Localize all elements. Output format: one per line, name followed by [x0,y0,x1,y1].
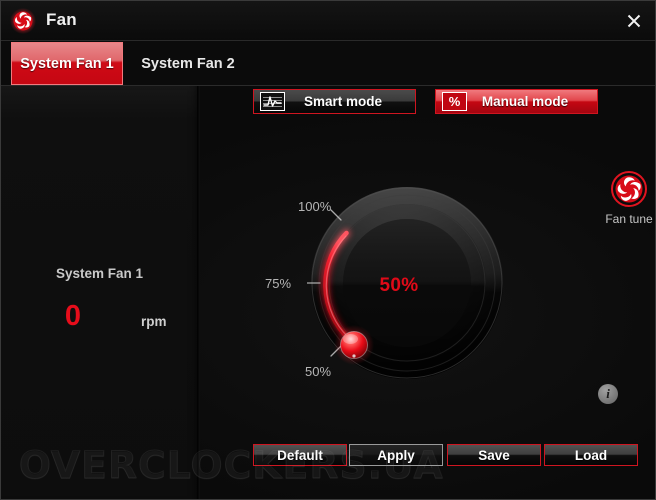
tab-label: System Fan 1 [20,55,114,72]
smart-mode-button[interactable]: Smart mode [253,89,416,114]
fan-readout-panel: System Fan 1 0 rpm [1,86,200,499]
default-button[interactable]: Default [253,444,347,466]
tab-system-fan-1[interactable]: System Fan 1 [11,42,123,85]
fan-name-label: System Fan 1 [55,266,144,281]
rpm-unit-label: rpm [141,314,167,329]
apply-button[interactable]: Apply [349,444,443,466]
fan-tune-label: Fan tune [605,212,653,226]
content-area: System Fan 1 0 rpm Smart mode % Manual m… [1,86,655,499]
tab-bar: System Fan 1 System Fan 2 [1,41,655,86]
info-icon[interactable]: i [598,384,618,404]
fan-control-panel: Smart mode % Manual mode 100% 75% 50% 50… [199,86,655,499]
manual-mode-button[interactable]: % Manual mode [435,89,598,114]
button-label: Load [574,447,608,463]
tab-system-fan-2[interactable]: System Fan 2 [126,42,250,85]
button-label: Default [277,447,323,463]
load-button[interactable]: Load [544,444,638,466]
fan-aperture-icon [10,8,36,34]
fan-tune-button[interactable]: Fan tune [599,171,655,226]
save-button[interactable]: Save [447,444,541,466]
smart-mode-label: Smart mode [303,94,383,109]
rpm-value: 0 [64,300,82,332]
title-bar: Fan [1,1,655,41]
dial-tick-label-100: 100% [298,199,332,214]
fan-aperture-icon [611,171,647,207]
dial-value-label: 50% [379,275,419,296]
button-label: Apply [377,447,415,463]
dial-tick-label-50: 50% [305,364,332,379]
button-label: Save [478,447,510,463]
fan-control-window: Fan System Fan 1 System Fan 2 System Fan… [0,0,656,500]
close-icon[interactable] [611,1,655,40]
dial-tick-label-75: 75% [265,276,292,291]
manual-mode-label: Manual mode [481,94,569,109]
tab-label: System Fan 2 [141,55,235,72]
percent-icon: % [442,92,467,111]
window-title: Fan [46,10,77,29]
waveform-icon [260,92,285,111]
